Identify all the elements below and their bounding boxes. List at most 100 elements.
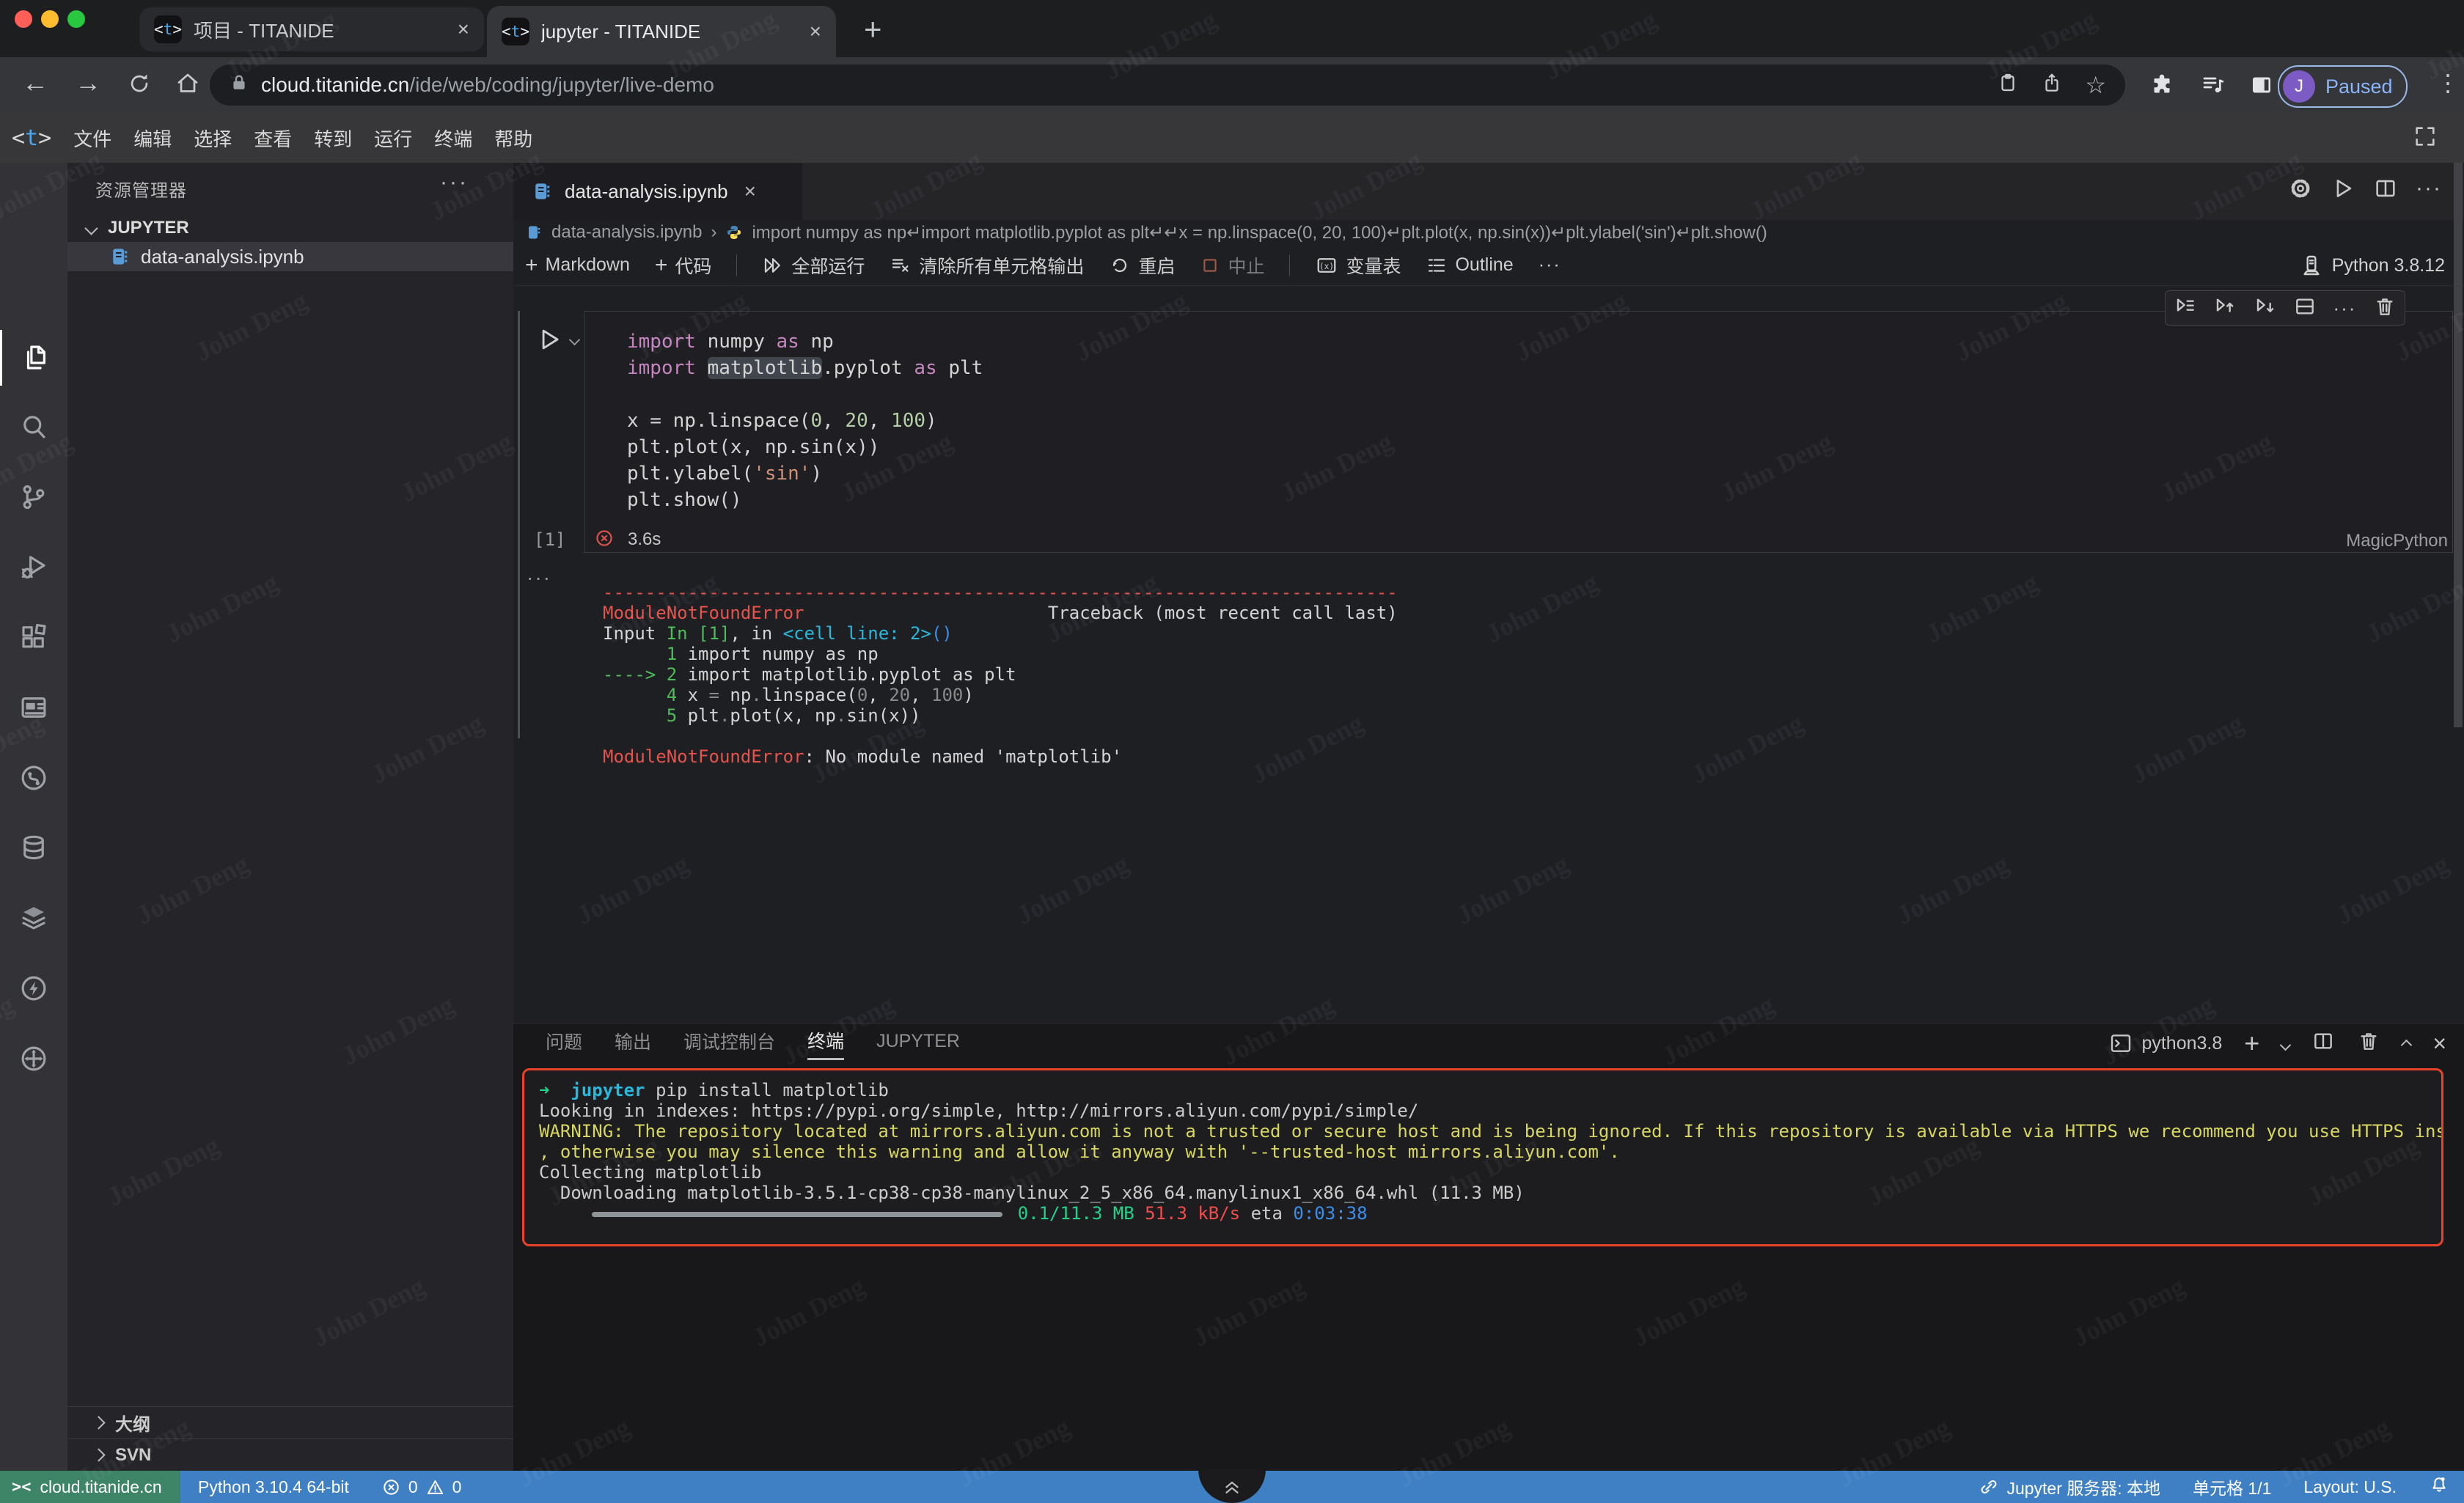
gateway-arrows-icon[interactable]: [0, 1031, 67, 1087]
breadcrumb-separator: ›: [711, 222, 716, 243]
cell-position-status[interactable]: 单元格 1/1: [2193, 1474, 2271, 1499]
split-editor-icon[interactable]: [2373, 176, 2398, 205]
remote-indicator[interactable]: >< cloud.titanide.cn: [0, 1471, 180, 1503]
layers-stack-icon[interactable]: [0, 890, 67, 946]
keyboard-layout-status[interactable]: Layout: U.S.: [2303, 1477, 2397, 1497]
browser-tab-jupyter[interactable]: <t> jupyter - TITANIDE ×: [487, 6, 836, 57]
variables-button[interactable]: (x) 变量表: [1315, 252, 1401, 279]
run-cell-dropdown-icon[interactable]: [571, 334, 579, 348]
section-outline[interactable]: 大纲: [67, 1406, 513, 1438]
explorer-more-icon[interactable]: ···: [440, 170, 469, 195]
kernel-picker[interactable]: Python 3.8.12: [2300, 245, 2445, 286]
menu-file[interactable]: 文件: [73, 125, 111, 152]
browser-tab-project[interactable]: <t> 项目 - TITANIDE ×: [139, 7, 484, 51]
problems-status[interactable]: 0 0: [381, 1477, 462, 1497]
new-tab-button[interactable]: +: [864, 12, 882, 47]
bookmark-star-icon[interactable]: ☆: [2085, 71, 2106, 99]
forward-icon[interactable]: →: [75, 67, 101, 98]
run-all-button[interactable]: 全部运行: [762, 252, 865, 279]
file-item-notebook[interactable]: data-analysis.ipynb: [67, 242, 513, 271]
terminal-output-highlight-box[interactable]: ➜ jupyter pip install matplotlibLooking …: [522, 1068, 2443, 1246]
share-icon[interactable]: [2041, 72, 2063, 99]
menu-terminal[interactable]: 终端: [434, 125, 472, 152]
traffic-close-button[interactable]: [15, 10, 32, 28]
execute-above-icon[interactable]: [2213, 295, 2237, 322]
cell-language-label[interactable]: MagicPython: [2273, 531, 2448, 551]
breadcrumb-code-summary[interactable]: import numpy as np↵import matplotlib.pyp…: [752, 222, 1767, 243]
side-panel-icon[interactable]: [2248, 72, 2275, 102]
home-icon[interactable]: [175, 70, 201, 103]
profile-chip[interactable]: J Paused: [2278, 65, 2408, 108]
database-icon[interactable]: [0, 820, 67, 875]
add-markdown-button[interactable]: +Markdown: [525, 253, 630, 278]
run-debug-icon[interactable]: [0, 539, 67, 595]
menu-help[interactable]: 帮助: [494, 125, 532, 152]
add-code-button[interactable]: +代码: [655, 252, 712, 279]
run-cell-button[interactable]: [535, 326, 563, 357]
address-bar[interactable]: cloud.titanide.cn/ide/web/coding/jupyter…: [210, 65, 2125, 106]
menu-run[interactable]: 运行: [374, 125, 412, 152]
delete-cell-trash-icon[interactable]: [2373, 295, 2397, 322]
menu-edit[interactable]: 编辑: [133, 125, 172, 152]
tab-problems[interactable]: 问题: [546, 1028, 582, 1059]
tab-debug-console[interactable]: 调试控制台: [683, 1028, 775, 1059]
source-control-icon[interactable]: [0, 469, 67, 525]
editor-tab-notebook[interactable]: data-analysis.ipynb ×: [513, 163, 802, 220]
interrupt-button[interactable]: 中止: [1200, 252, 1264, 279]
more-actions-icon[interactable]: ···: [2416, 176, 2442, 205]
split-cell-icon[interactable]: [2293, 295, 2317, 322]
search-icon[interactable]: [0, 399, 67, 455]
section-jupyter[interactable]: JUPYTER: [67, 214, 513, 242]
breadcrumb-file[interactable]: data-analysis.ipynb: [551, 222, 702, 243]
close-icon[interactable]: ×: [810, 20, 821, 43]
close-icon[interactable]: ×: [458, 18, 469, 41]
tab-terminal[interactable]: 终端: [807, 1027, 844, 1060]
terminal-dropdown-icon[interactable]: [2281, 1033, 2289, 1054]
toolbar-more-icon[interactable]: ···: [1539, 254, 1561, 276]
traffic-minimize-button[interactable]: [41, 10, 59, 28]
breadcrumb[interactable]: data-analysis.ipynb › import numpy as np…: [513, 220, 2464, 245]
clipboard-icon[interactable]: [1997, 72, 2019, 99]
execute-below-icon[interactable]: [2254, 295, 2277, 322]
thunder-icon[interactable]: [0, 960, 67, 1016]
editor-scrollbar[interactable]: [2454, 163, 2463, 727]
new-terminal-button[interactable]: +: [2244, 1028, 2259, 1059]
run-all-play-icon[interactable]: [2331, 176, 2355, 205]
browser-preview-icon[interactable]: [0, 680, 67, 735]
browser-menu-kebab-icon[interactable]: ⋮: [2436, 69, 2460, 97]
reading-list-icon[interactable]: [2200, 72, 2226, 102]
svn-circle-icon[interactable]: [0, 750, 67, 806]
menu-view[interactable]: 查看: [254, 125, 292, 152]
cell-more-icon[interactable]: ···: [2333, 297, 2356, 320]
close-panel-icon[interactable]: ×: [2432, 1030, 2446, 1057]
jupyter-server-status[interactable]: Jupyter 服务器: 本地: [1979, 1474, 2160, 1499]
back-icon[interactable]: ←: [22, 67, 48, 98]
text-line: plt.show(): [627, 487, 2387, 513]
maximize-panel-icon[interactable]: [2402, 1033, 2410, 1054]
notebook-settings-gear-icon[interactable]: [2288, 176, 2313, 205]
tab-output[interactable]: 输出: [615, 1028, 651, 1059]
python-interpreter[interactable]: Python 3.10.4 64-bit: [198, 1477, 349, 1497]
menu-goto[interactable]: 转到: [314, 125, 352, 152]
close-icon[interactable]: ×: [744, 180, 756, 203]
cell-code-editor[interactable]: import numpy as npimport matplotlib.pypl…: [627, 328, 2387, 513]
explorer-icon[interactable]: [0, 330, 70, 386]
notifications-bell-icon[interactable]: [2429, 1474, 2449, 1499]
reload-icon[interactable]: [126, 70, 153, 103]
split-terminal-icon[interactable]: [2311, 1029, 2335, 1058]
execute-cell-and-below-icon[interactable]: [2174, 295, 2197, 322]
clear-outputs-button[interactable]: 清除所有单元格输出: [890, 252, 1084, 279]
terminal-selector[interactable]: python3.8: [2109, 1032, 2222, 1055]
outline-button[interactable]: Outline: [1426, 254, 1513, 276]
menu-selection[interactable]: 选择: [194, 125, 232, 152]
kill-terminal-trash-icon[interactable]: [2357, 1029, 2380, 1058]
restart-button[interactable]: 重启: [1109, 252, 1175, 279]
fullscreen-icon[interactable]: [2413, 124, 2438, 152]
output-collapse-dots[interactable]: ···: [527, 566, 551, 589]
tab-jupyter[interactable]: JUPYTER: [876, 1031, 960, 1056]
extensions-puzzle-icon[interactable]: [2149, 72, 2175, 102]
section-svn[interactable]: SVN: [67, 1438, 513, 1471]
section-label: JUPYTER: [108, 218, 189, 238]
traffic-zoom-button[interactable]: [67, 10, 85, 28]
extensions-icon[interactable]: [0, 609, 67, 665]
